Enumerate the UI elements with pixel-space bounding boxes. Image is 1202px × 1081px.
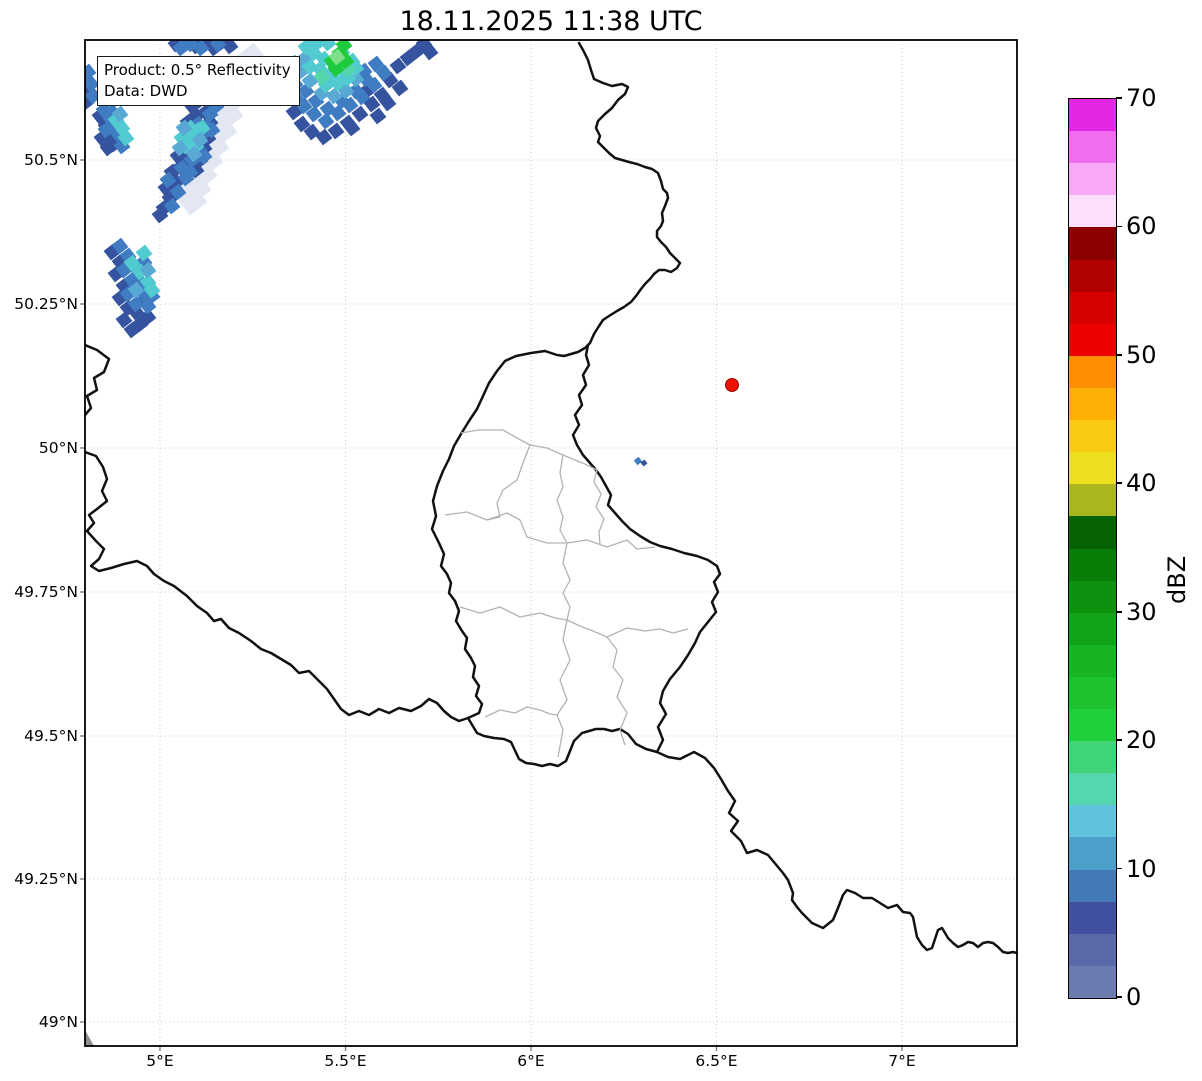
colorbar-segment [1069, 419, 1116, 453]
colorbar-segment [1069, 965, 1116, 998]
colorbar-segment [1069, 548, 1116, 581]
product-annotation-box: Product: 0.5° Reflectivity Data: DWD [97, 56, 300, 107]
colorbar-segment [1069, 740, 1116, 774]
colorbar-tick-mark [1116, 739, 1122, 741]
colorbar-tick-label: 60 [1126, 212, 1157, 241]
map-plot [80, 39, 1018, 1051]
product-label: Product: 0.5° Reflectivity [104, 61, 291, 79]
colorbar-tick-label: 0 [1126, 983, 1142, 1011]
colorbar-segment [1069, 515, 1116, 549]
colorbar-segment [1069, 162, 1116, 196]
colorbar-tick-mark [1116, 610, 1122, 613]
colorbar-segment [1069, 323, 1116, 356]
colorbar-tick-mark [1116, 996, 1122, 998]
colorbar-tick-mark [1116, 97, 1122, 99]
x-tick-label: 7°E [888, 1052, 916, 1070]
colorbar-tick-mark [1116, 867, 1122, 870]
colorbar-segment [1069, 708, 1116, 742]
x-tick-label: 6°E [517, 1052, 545, 1070]
colorbar-tick-mark [1116, 482, 1122, 485]
colorbar-segment [1069, 291, 1116, 324]
y-tick-label: 49.75°N [14, 583, 78, 601]
colorbar-segment [1069, 194, 1116, 228]
colorbar-tick-label: 20 [1126, 726, 1157, 755]
data-source-label: Data: DWD [104, 81, 188, 100]
colorbar-tick-label: 40 [1126, 469, 1157, 498]
colorbar-segment [1069, 483, 1116, 517]
colorbar-segment [1069, 259, 1116, 292]
y-tick-label: 49.5°N [24, 727, 78, 745]
colorbar-segment [1069, 98, 1116, 132]
colorbar-segment [1069, 772, 1116, 806]
colorbar-segment [1069, 676, 1116, 710]
colorbar-segment [1069, 130, 1116, 164]
colorbar-segment [1069, 355, 1116, 388]
colorbar [1068, 98, 1117, 999]
colorbar-segment [1069, 901, 1116, 934]
y-tick-label: 50°N [38, 439, 78, 457]
x-tick-label: 5.5°E [324, 1052, 367, 1070]
colorbar-tick-mark [1116, 354, 1122, 356]
x-tick-label: 6.5°E [695, 1052, 738, 1070]
colorbar-segment [1069, 804, 1116, 838]
colorbar-tick-label: 70 [1126, 84, 1157, 112]
x-tick-label: 5°E [146, 1052, 174, 1070]
colorbar-segment [1069, 387, 1116, 421]
colorbar-axis-label: dBZ [1163, 555, 1191, 604]
colorbar-tick-label: 50 [1126, 340, 1157, 369]
colorbar-tick-mark [1116, 225, 1122, 228]
colorbar-segment [1069, 644, 1116, 677]
colorbar-segment [1069, 612, 1116, 645]
y-tick-label: 49°N [38, 1013, 78, 1031]
colorbar-tick-label: 10 [1126, 854, 1157, 883]
colorbar-segment [1069, 226, 1116, 260]
colorbar-segment [1069, 451, 1116, 485]
colorbar-segment [1069, 933, 1116, 966]
y-tick-label: 50.5°N [24, 151, 78, 169]
colorbar-tick-label: 30 [1126, 597, 1157, 626]
colorbar-segment [1069, 836, 1116, 870]
colorbar-segment [1069, 869, 1116, 902]
radar-figure: 18.11.2025 11:38 UTC Product: 0.5° Refle… [0, 0, 1202, 1081]
y-tick-label: 50.25°N [14, 295, 78, 313]
y-tick-label: 49.25°N [14, 870, 78, 888]
radar-site-marker [725, 378, 739, 392]
colorbar-segment [1069, 580, 1116, 613]
